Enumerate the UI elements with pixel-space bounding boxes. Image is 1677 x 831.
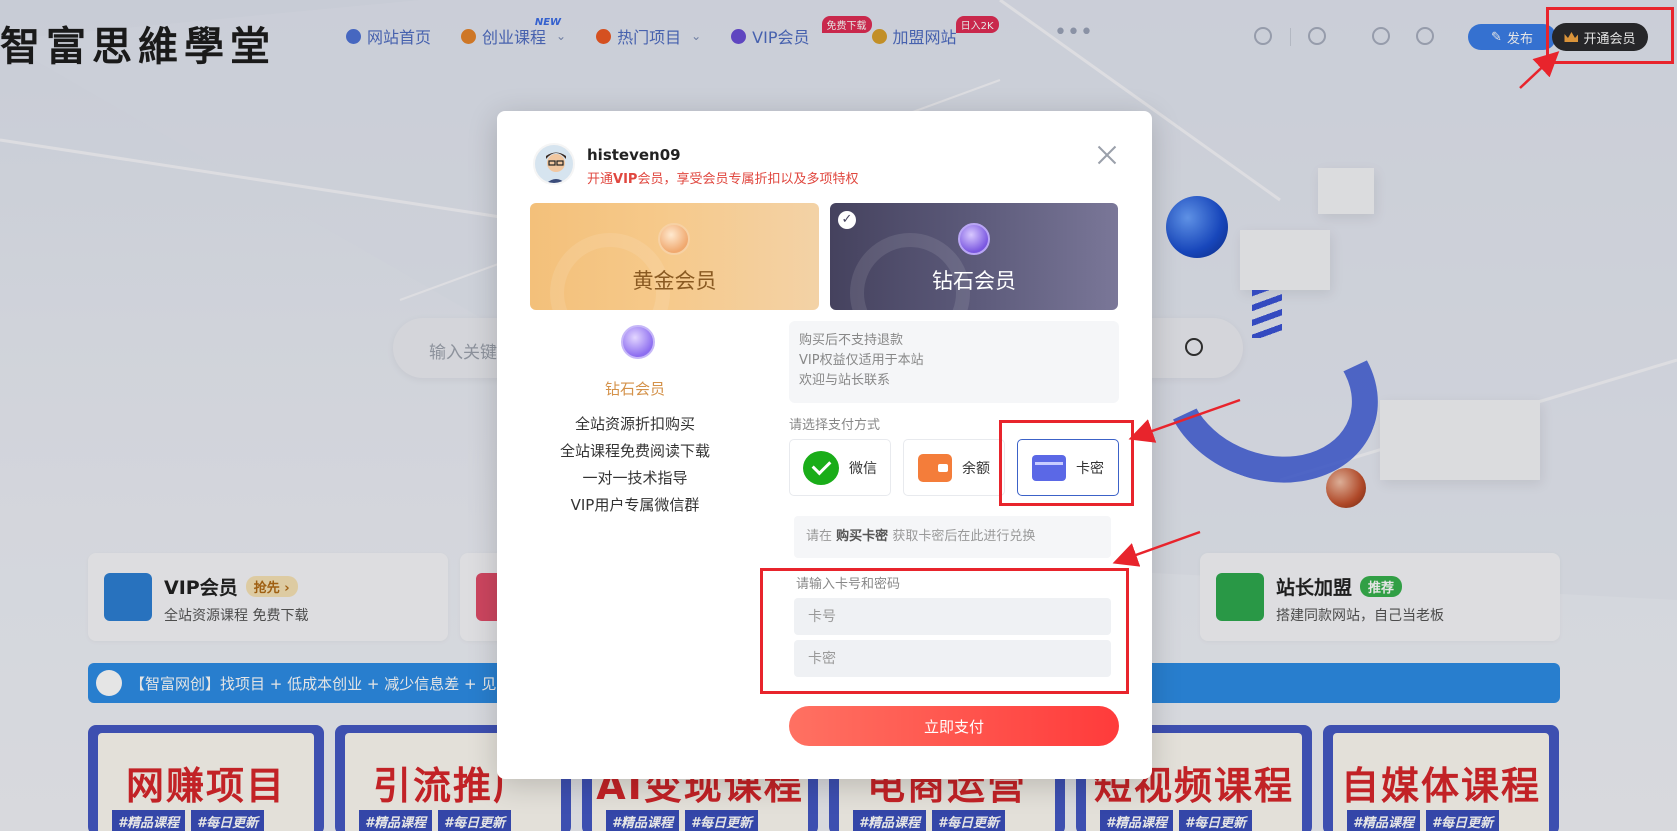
crown-icon xyxy=(658,223,690,255)
annotation-box xyxy=(1546,7,1674,64)
username: histeven09 xyxy=(587,146,681,164)
modal-subtitle: 开通VIP会员，享受会员专属折扣以及多项特权 xyxy=(587,168,858,187)
note-line: 购买后不支持退款 xyxy=(799,333,904,348)
buy-card-link[interactable]: 购买卡密 xyxy=(836,529,888,544)
close-icon[interactable] xyxy=(1097,145,1117,165)
benefit-item: 全站资源折扣购买 xyxy=(574,415,695,433)
avatar xyxy=(533,143,575,185)
benefit-item: VIP用户专属微信群 xyxy=(570,496,700,514)
notes-box: 购买后不支持退款 VIP权益仅适用于本站 欢迎与站长联系 xyxy=(789,321,1119,403)
pay-option-balance[interactable]: 余额 xyxy=(903,439,1005,496)
subtitle-vip: VIP xyxy=(613,172,638,187)
note-line: VIP权益仅适用于本站 xyxy=(799,353,924,368)
redeem-suffix: 获取卡密后在此进行兑换 xyxy=(892,529,1036,544)
redeem-hint: 请在 购买卡密 获取卡密后在此进行兑换 xyxy=(794,516,1111,558)
diamond-icon xyxy=(621,325,655,359)
note-line: 欢迎与站长联系 xyxy=(799,373,891,388)
tier-label: 钻石会员 xyxy=(932,269,1016,293)
benefit-item: 一对一技术指导 xyxy=(582,469,688,487)
pay-method-label: 请选择支付方式 xyxy=(789,418,881,433)
pay-option-wechat[interactable]: 微信 xyxy=(789,439,891,496)
check-icon: ✓ xyxy=(838,211,856,229)
subtitle-suffix: 会员，享受会员专属折扣以及多项特权 xyxy=(637,172,859,187)
tier-label: 黄金会员 xyxy=(632,269,717,293)
benefit-item: 全站课程免费阅读下载 xyxy=(559,442,710,460)
annotation-box xyxy=(999,420,1134,506)
pay-option-label: 余额 xyxy=(962,460,990,477)
tier-diamond[interactable]: ✓ 钻石会员 xyxy=(830,203,1118,310)
wechat-icon xyxy=(803,450,839,485)
subtitle-prefix: 开通 xyxy=(587,172,614,187)
tier-gold[interactable]: 黄金会员 xyxy=(530,203,819,310)
wallet-icon xyxy=(918,453,952,482)
diamond-icon xyxy=(958,223,990,255)
benefit-tier-name: 钻石会员 xyxy=(604,380,665,398)
pay-now-button[interactable]: 立即支付 xyxy=(789,706,1119,746)
annotation-box xyxy=(760,568,1129,694)
benefit-list: 全站资源折扣购买 全站课程免费阅读下载 一对一技术指导 VIP用户专属微信群 xyxy=(530,411,740,519)
redeem-prefix: 请在 xyxy=(806,529,833,544)
pay-option-label: 微信 xyxy=(849,460,877,477)
avatar-image xyxy=(535,145,573,183)
